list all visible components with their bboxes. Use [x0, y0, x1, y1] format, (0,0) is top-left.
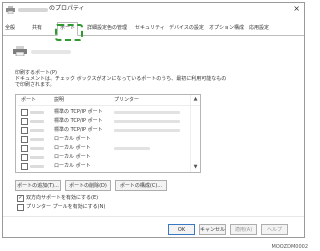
port-name-redacted [30, 111, 44, 114]
tab-option-configuration[interactable]: オプション構成 [209, 24, 244, 32]
port-list[interactable]: ポート 説明 プリンター 標準の TCP/IP ポート 標準の TCP/IP ポ… [15, 94, 201, 173]
port-description: ローカル ポート [54, 136, 91, 142]
window-title: のプロパティ [49, 5, 85, 12]
port-checkbox[interactable] [21, 136, 28, 143]
port-description: 標準の TCP/IP ポート [54, 127, 103, 133]
ok-button[interactable]: OK [168, 224, 195, 235]
port-checkbox[interactable] [21, 163, 28, 170]
printer-large-icon [13, 46, 27, 56]
printer-name-redacted [114, 129, 180, 132]
tab-security[interactable]: セキュリティ [135, 24, 165, 32]
port-checkbox[interactable] [21, 154, 28, 161]
port-instructions: 印刷するポート(P) ドキュメントは、チェック ボックスがオンになっているポート… [15, 70, 226, 88]
port-row[interactable]: ローカル ポート [16, 162, 190, 171]
title-bar: のプロパティ × [3, 3, 304, 19]
port-name-redacted [30, 147, 44, 150]
printer-name-redacted [18, 8, 48, 12]
port-description: ローカル ポート [54, 163, 91, 169]
port-description: 標準の TCP/IP ポート [54, 109, 103, 115]
close-button[interactable]: × [293, 4, 300, 14]
tab-applied-settings[interactable]: 応用設定 [249, 24, 269, 32]
tab-sharing[interactable]: 共有 [32, 24, 42, 32]
tab-color-management[interactable]: 色の管理 [107, 24, 127, 32]
column-header-port[interactable]: ポート [21, 97, 36, 103]
port-row[interactable]: ローカル ポート [16, 144, 190, 153]
apply-button[interactable]: 適用(A) [230, 224, 257, 235]
scroll-up-arrow-icon[interactable]: ▲ [192, 96, 199, 103]
tab-bar: 全般 共有 ポート 詳細設定 色の管理 セキュリティ デバイスの設定 オプション… [3, 22, 304, 41]
port-checkbox[interactable] [21, 127, 28, 134]
port-row[interactable]: ローカル ポート [16, 135, 190, 144]
tab-advanced[interactable]: 詳細設定 [87, 24, 107, 32]
port-row[interactable]: 標準の TCP/IP ポート [16, 117, 190, 126]
port-list-scrollbar[interactable]: ▲ ▼ [190, 95, 200, 172]
port-checkbox[interactable] [21, 145, 28, 152]
cancel-button[interactable]: キャンセル [199, 224, 226, 235]
image-code: MOOZDM0002 [271, 244, 309, 250]
instructions-line: で印刷されます。 [15, 82, 55, 88]
tab-general[interactable]: 全般 [5, 24, 15, 32]
printer-name-redacted [114, 120, 180, 123]
tab-device-settings[interactable]: デバイスの設定 [169, 24, 204, 32]
port-name-redacted [30, 129, 44, 132]
port-description: ローカル ポート [54, 154, 91, 160]
port-name-redacted [30, 120, 44, 123]
column-header-printer[interactable]: プリンター [114, 97, 139, 103]
delete-port-button[interactable]: ポートの削除(D) [65, 180, 111, 191]
add-port-button[interactable]: ポートの追加(T)... [15, 180, 61, 191]
port-list-header: ポート 説明 プリンター [16, 95, 190, 105]
printer-name-redacted [114, 111, 180, 114]
port-description: ローカル ポート [54, 145, 91, 151]
port-checkbox[interactable] [21, 118, 28, 125]
port-row[interactable]: 標準の TCP/IP ポート [16, 126, 190, 135]
bidirectional-support-checkbox[interactable]: ✓ [17, 195, 24, 202]
port-description: 標準の TCP/IP ポート [54, 118, 103, 124]
port-row[interactable]: 標準の TCP/IP ポート [16, 108, 190, 117]
port-name-redacted [30, 165, 44, 168]
header-divider [18, 105, 200, 106]
port-name-redacted [30, 138, 44, 141]
column-header-description[interactable]: 説明 [54, 97, 64, 103]
printer-properties-dialog: のプロパティ × 全般 共有 ポート 詳細設定 色の管理 セキュリティ デバイス… [2, 2, 305, 238]
port-checkbox[interactable] [21, 109, 28, 116]
printer-pooling-label: プリンター プールを有効にする(N) [26, 204, 106, 210]
bidirectional-support-label: 双方向サポートを有効にする(E) [26, 195, 99, 201]
printer-name-field [31, 50, 71, 54]
help-button[interactable]: ヘルプ [261, 224, 288, 235]
footer-divider [3, 216, 304, 217]
printer-name-redacted [114, 147, 150, 150]
port-row[interactable]: ローカル ポート [16, 153, 190, 162]
port-name-redacted [30, 156, 44, 159]
printer-icon [6, 6, 15, 14]
configure-port-button[interactable]: ポートの構成(C)... [115, 180, 167, 191]
tab-highlight-callout [55, 24, 83, 41]
scroll-down-arrow-icon[interactable]: ▼ [192, 164, 199, 171]
printer-pooling-checkbox[interactable] [17, 204, 24, 211]
